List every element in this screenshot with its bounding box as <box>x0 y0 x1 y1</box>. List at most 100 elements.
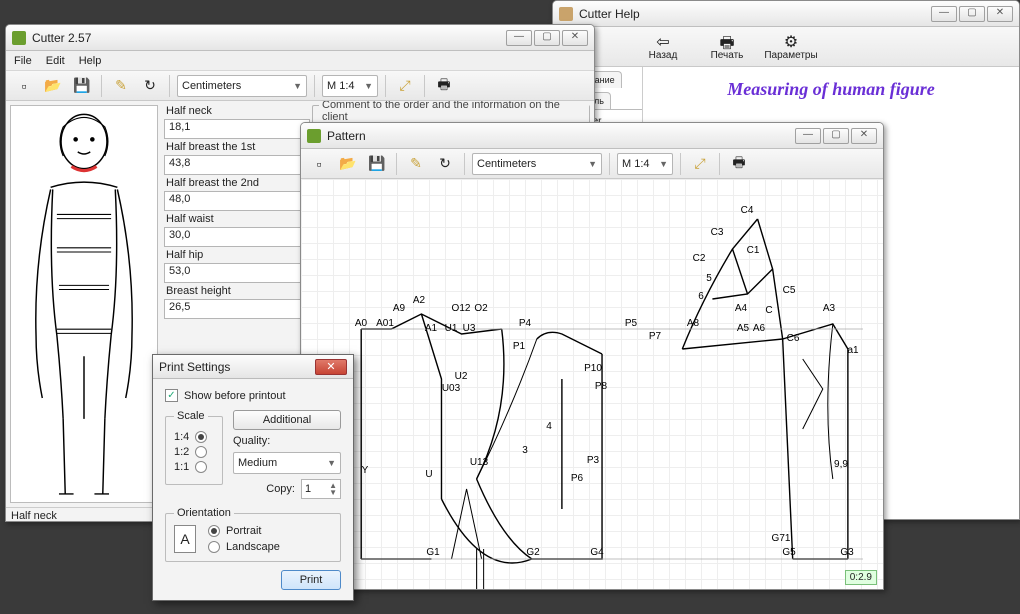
show-before-checkbox[interactable]: ✓ Show before printout <box>165 389 341 402</box>
landscape-radio[interactable]: Landscape <box>208 541 280 553</box>
scale-14-radio[interactable]: 1:4 <box>174 431 214 443</box>
pt: G2 <box>526 548 539 558</box>
units-value: Centimeters <box>182 80 241 92</box>
pt: A0 <box>355 319 367 329</box>
copy-spinbox[interactable]: 1 ▲▼ <box>301 479 341 499</box>
print-button[interactable]: 🖶 <box>727 152 751 176</box>
pt: a1 <box>847 346 858 356</box>
close-button[interactable]: ✕ <box>562 30 588 46</box>
arrow-left-icon: ⇦ <box>656 32 669 50</box>
cutter-titlebar[interactable]: Cutter 2.57 — ▢ ✕ <box>6 25 594 51</box>
refresh-icon: ↻ <box>144 77 156 94</box>
scale-combo[interactable]: M 1:4 ▼ <box>617 153 673 175</box>
print-button[interactable]: 🖶 <box>432 74 456 98</box>
pt: C6 <box>787 334 800 344</box>
additional-button[interactable]: Additional <box>233 410 341 430</box>
measure-label: Half neck <box>164 105 310 117</box>
app-icon <box>12 31 26 45</box>
help-back-button[interactable]: ⇦ Назад <box>633 32 693 61</box>
minimize-button[interactable]: — <box>795 128 821 144</box>
pt: A3 <box>823 304 835 314</box>
pt: P3 <box>587 456 599 466</box>
pt: P5 <box>625 319 637 329</box>
maximize-button[interactable]: ▢ <box>959 6 985 22</box>
printer-icon: 🖶 <box>719 32 734 50</box>
scale-combo[interactable]: M 1:4 ▼ <box>322 75 378 97</box>
open-button[interactable]: 📂 <box>41 74 65 98</box>
minimize-button[interactable]: — <box>931 6 957 22</box>
refresh-button[interactable]: ↻ <box>433 152 457 176</box>
pattern-titlebar[interactable]: Pattern — ▢ ✕ <box>301 123 883 149</box>
units-combo[interactable]: Centimeters ▼ <box>472 153 602 175</box>
pt: O12 <box>452 304 471 314</box>
help-heading: Measuring of human figure <box>651 79 1011 100</box>
measure-input[interactable]: 43,8 <box>164 155 310 175</box>
fit-button[interactable]: ⤢ <box>393 74 417 98</box>
gear-icon: ⚙ <box>784 32 798 50</box>
pt: C2 <box>693 254 706 264</box>
app-icon <box>559 7 573 21</box>
pt: C5 <box>783 286 796 296</box>
pt: A1 <box>425 324 437 334</box>
measure-input[interactable]: 26,5 <box>164 299 310 319</box>
measure-input[interactable]: 18,1 <box>164 119 310 139</box>
pt: G1 <box>426 548 439 558</box>
figure-front-illustration <box>11 106 157 502</box>
save-button[interactable]: 💾 <box>365 152 389 176</box>
pt: P6 <box>571 474 583 484</box>
help-titlebar[interactable]: Cutter Help — ▢ ✕ <box>553 1 1019 27</box>
scale-legend: Scale <box>174 410 208 422</box>
menu-edit[interactable]: Edit <box>46 55 65 67</box>
scale-12-radio[interactable]: 1:2 <box>174 446 214 458</box>
help-print-button[interactable]: 🖶 Печать <box>697 32 757 61</box>
brush-button[interactable]: ✎ <box>109 74 133 98</box>
portrait-radio[interactable]: Portrait <box>208 525 280 537</box>
menu-help[interactable]: Help <box>79 55 102 67</box>
measure-input[interactable]: 53,0 <box>164 263 310 283</box>
folder-open-icon: 📂 <box>44 77 61 94</box>
pt: U3 <box>463 324 476 334</box>
pattern-canvas[interactable]: A0 A01 A9 A2 A1 O12 O2 U1 U3 U2 U03 U13 … <box>301 179 883 589</box>
refresh-button[interactable]: ↻ <box>138 74 162 98</box>
maximize-button[interactable]: ▢ <box>534 30 560 46</box>
pt: C4 <box>741 206 754 216</box>
fit-button[interactable]: ⤢ <box>688 152 712 176</box>
print-dialog-titlebar[interactable]: Print Settings ✕ <box>153 355 353 379</box>
status-bar: Half neck <box>6 507 162 521</box>
scale-11-radio[interactable]: 1:1 <box>174 461 214 473</box>
new-button[interactable]: ▫ <box>12 74 36 98</box>
open-button[interactable]: 📂 <box>336 152 360 176</box>
units-combo[interactable]: Centimeters ▼ <box>177 75 307 97</box>
measure-label: Half breast the 2nd <box>164 177 310 189</box>
save-button[interactable]: 💾 <box>70 74 94 98</box>
measure-input[interactable]: 48,0 <box>164 191 310 211</box>
pt: O2 <box>474 304 487 314</box>
maximize-button[interactable]: ▢ <box>823 128 849 144</box>
print-dialog-title: Print Settings <box>159 360 230 374</box>
new-button[interactable]: ▫ <box>307 152 331 176</box>
pt: Y <box>362 466 369 476</box>
folder-open-icon: 📂 <box>339 155 356 172</box>
spinner-icon: ▲▼ <box>329 482 337 496</box>
quality-combo[interactable]: Medium ▼ <box>233 452 341 474</box>
pattern-window: Pattern — ▢ ✕ ▫ 📂 💾 ✎ ↻ Centimeters ▼ M … <box>300 122 884 590</box>
menu-file[interactable]: File <box>14 55 32 67</box>
figure-preview <box>10 105 158 503</box>
close-button[interactable]: ✕ <box>851 128 877 144</box>
print-button[interactable]: Print <box>281 570 341 590</box>
brush-icon: ✎ <box>410 155 422 172</box>
brush-button[interactable]: ✎ <box>404 152 428 176</box>
pt: A8 <box>687 319 699 329</box>
measure-input[interactable]: 30,0 <box>164 227 310 247</box>
pt: 6 <box>698 292 704 302</box>
minimize-button[interactable]: — <box>506 30 532 46</box>
close-button[interactable]: ✕ <box>987 6 1013 22</box>
close-button[interactable]: ✕ <box>315 359 347 375</box>
pt: 9,9 <box>834 460 848 470</box>
cutter-title: Cutter 2.57 <box>32 31 500 45</box>
help-params-button[interactable]: ⚙ Параметры <box>761 32 821 61</box>
print-settings-dialog: Print Settings ✕ ✓ Show before printout … <box>152 354 354 601</box>
cursor-coord: 0:2.9 <box>845 570 877 585</box>
file-new-icon: ▫ <box>317 156 322 172</box>
scale-value: M 1:4 <box>622 158 650 170</box>
